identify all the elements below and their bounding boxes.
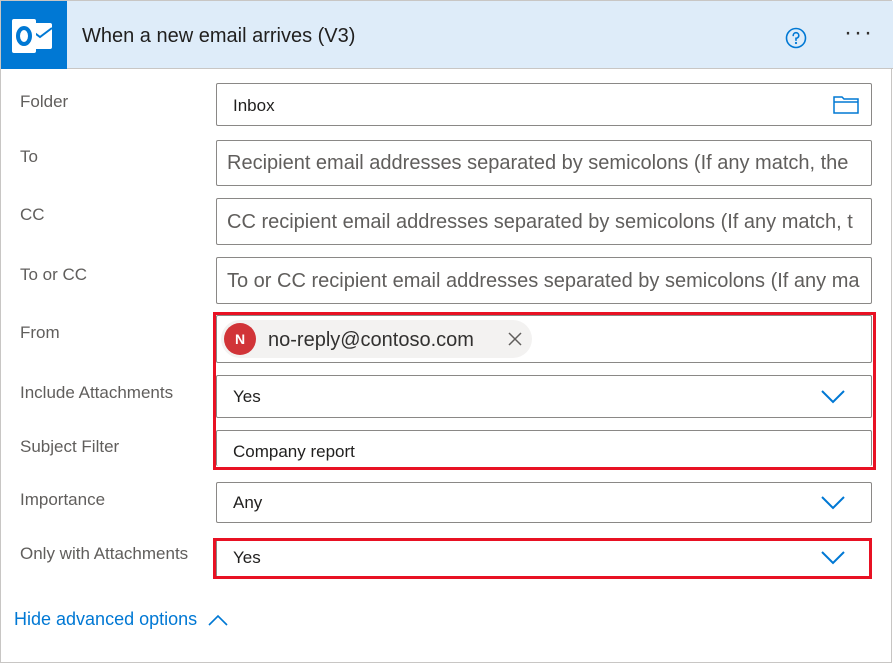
folder-label: Folder (20, 92, 69, 111)
subject-filter-value: Company report (233, 442, 355, 461)
help-circle-icon[interactable] (785, 27, 807, 49)
cc-placeholder: CC recipient email addresses separated b… (227, 211, 853, 233)
from-label: From (20, 323, 60, 342)
importance-label: Importance (20, 490, 106, 509)
importance-value: Any (233, 493, 263, 512)
to-or-cc-input[interactable]: To or CC recipient email addresses separ… (216, 257, 872, 304)
include-attachments-dropdown[interactable]: Yes (216, 375, 872, 418)
avatar: N (224, 323, 256, 355)
chevron-down-icon[interactable] (821, 496, 845, 515)
to-or-cc-label: To or CC (20, 265, 88, 284)
from-field[interactable]: N no-reply@contoso.com (216, 315, 872, 363)
folder-icon[interactable] (833, 95, 859, 119)
more-options-icon[interactable]: ··· (844, 21, 876, 49)
only-with-attachments-label: Only with Attachments (20, 544, 189, 563)
chevron-down-icon[interactable] (821, 390, 845, 409)
card-header[interactable]: When a new email arrives (V3) ··· (1, 1, 893, 69)
close-icon[interactable] (508, 332, 522, 351)
cc-label: CC (20, 205, 45, 224)
chevron-up-icon[interactable] (208, 613, 228, 631)
highlight-box-only-with-attachments (213, 538, 872, 579)
folder-field[interactable]: Inbox (216, 83, 872, 126)
from-chip[interactable]: N no-reply@contoso.com (221, 320, 532, 358)
cc-input[interactable]: CC recipient email addresses separated b… (216, 198, 872, 245)
include-attachments-value: Yes (233, 387, 261, 406)
trigger-card: When a new email arrives (V3) ··· Folder… (0, 0, 893, 663)
folder-value: Inbox (233, 96, 275, 115)
to-or-cc-placeholder: To or CC recipient email addresses separ… (227, 270, 860, 292)
trigger-title: When a new email arrives (V3) (82, 25, 356, 47)
importance-dropdown[interactable]: Any (216, 482, 872, 523)
to-placeholder: Recipient email addresses separated by s… (227, 152, 849, 174)
include-attachments-label: Include Attachments (20, 383, 174, 402)
from-chip-value: no-reply@contoso.com (268, 329, 474, 351)
outlook-icon (1, 1, 67, 69)
subject-filter-input[interactable]: Company report (216, 430, 872, 466)
subject-filter-label: Subject Filter (20, 437, 120, 456)
to-label: To (20, 147, 38, 166)
hide-advanced-options-link[interactable]: Hide advanced options (14, 609, 197, 630)
to-input[interactable]: Recipient email addresses separated by s… (216, 140, 872, 186)
